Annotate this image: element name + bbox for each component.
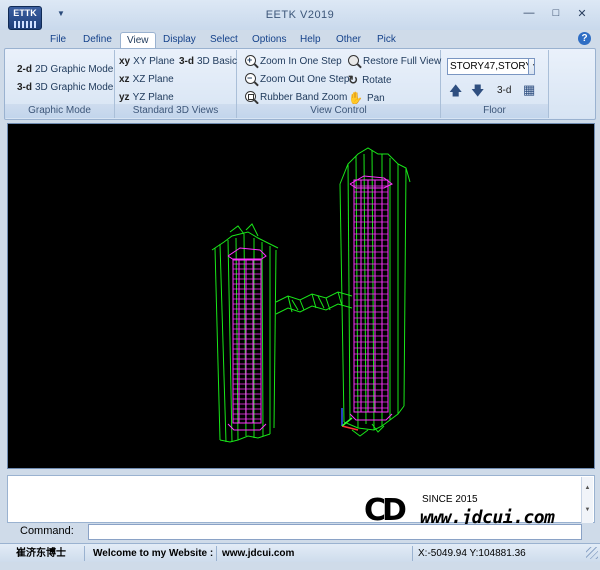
3d-graphic-mode-button[interactable]: 3-d 3D Graphic Mode xyxy=(17,80,113,96)
3d-basic-button[interactable]: 3-d 3D Basic xyxy=(179,54,237,70)
status-bar: 崔济东博士 Welcome to my Website : www.jdcui.… xyxy=(0,543,600,562)
arrow-down-icon: 🡇 xyxy=(471,83,485,98)
floor-3d-button[interactable]: 3-d xyxy=(497,85,511,96)
status-separator xyxy=(84,546,85,561)
model-drawing xyxy=(211,147,411,443)
status-separator xyxy=(216,546,217,561)
tab-options[interactable]: Options xyxy=(246,32,292,49)
ribbon: 2-d 2D Graphic Mode 3-d 3D Graphic Mode Gr… xyxy=(4,48,596,120)
rubber-band-zoom-icon xyxy=(245,91,256,102)
minimize-button[interactable]: — xyxy=(521,7,537,19)
2d-graphic-mode-button[interactable]: 2-d 2D Graphic Mode xyxy=(17,62,113,78)
status-coordinates: X:-5049.94 Y:104881.36 xyxy=(418,548,526,559)
group-graphic-mode: 2-d 2D Graphic Mode 3-d 3D Graphic Mode Gr… xyxy=(5,50,115,118)
tab-select[interactable]: Select xyxy=(204,32,244,49)
help-icon[interactable]: ? xyxy=(578,32,591,45)
story-select[interactable]: STORY47,STORY48▼ xyxy=(447,58,535,75)
tab-other[interactable]: Other xyxy=(330,32,367,49)
zoom-out-icon xyxy=(245,70,256,86)
group-view-control: Zoom In One Step Zoom Out One Step Rubbe… xyxy=(237,50,441,118)
zoom-out-button[interactable]: Zoom Out One Step xyxy=(245,70,350,88)
calculator-icon: ▦ xyxy=(523,82,536,97)
group-label: View Control xyxy=(237,104,440,118)
window-title: EETK V2019 xyxy=(265,9,335,21)
floor-up-button[interactable]: 🡅 xyxy=(449,82,462,104)
group-standard-3d-views: xy XY Plane xz XZ Plane yz YZ Plane 3-d 3D B… xyxy=(115,50,237,118)
3d-icon: 3-d xyxy=(179,56,194,67)
xy-plane-button[interactable]: xy XY Plane xyxy=(119,54,175,70)
status-separator xyxy=(412,546,413,561)
calculator-button[interactable]: ▦ xyxy=(523,82,535,98)
resize-grip-icon[interactable] xyxy=(586,547,598,559)
tab-help[interactable]: Help xyxy=(294,32,327,49)
rotate-button[interactable]: ↻ Rotate xyxy=(348,72,392,88)
watermark-logo: CD xyxy=(364,493,407,528)
restore-full-view-button[interactable]: Restore Full View xyxy=(348,54,441,70)
tab-file[interactable]: File xyxy=(44,32,72,49)
zoom-in-button[interactable]: Zoom In One Step xyxy=(245,52,342,70)
close-button[interactable]: ✕ xyxy=(574,7,590,20)
tab-view[interactable]: View xyxy=(120,32,156,49)
xy-icon: xy xyxy=(119,56,131,67)
group-label: Floor xyxy=(441,104,548,118)
model-viewport[interactable] xyxy=(7,123,595,469)
group-floor: STORY47,STORY48▼ 🡅 🡇 3-d ▦ Floor xyxy=(441,50,549,118)
maximize-button[interactable]: □ xyxy=(548,7,564,19)
tab-pick[interactable]: Pick xyxy=(371,32,402,49)
2d-icon: 2-d xyxy=(17,64,32,75)
floor-down-button[interactable]: 🡇 xyxy=(471,82,484,104)
chevron-down-icon[interactable]: ▼ xyxy=(528,59,534,74)
status-website: www.jdcui.com xyxy=(222,548,295,559)
menu-bar: File Define View Display Select Options … xyxy=(0,30,600,49)
xz-plane-button[interactable]: xz XZ Plane xyxy=(119,72,174,88)
rotate-icon: ↻ xyxy=(348,73,359,87)
restore-full-view-icon xyxy=(348,55,359,66)
tab-define[interactable]: Define xyxy=(77,32,118,49)
status-welcome: Welcome to my Website : xyxy=(93,548,214,559)
group-label: Graphic Mode xyxy=(5,104,114,118)
watermark-since: SINCE 2015 xyxy=(422,494,478,505)
command-label: Command: xyxy=(20,525,74,537)
command-input[interactable] xyxy=(88,524,582,540)
zoom-in-icon xyxy=(245,52,256,68)
status-author: 崔济东博士 xyxy=(16,548,66,559)
3d-icon: 3-d xyxy=(497,85,512,96)
tab-display[interactable]: Display xyxy=(157,32,202,49)
title-bar: ETTK ▼ EETK V2019 — □ ✕ xyxy=(0,0,600,30)
xz-icon: xz xyxy=(119,74,130,85)
arrow-up-icon: 🡅 xyxy=(449,83,463,98)
group-label: Standard 3D Views xyxy=(115,104,236,118)
3d-icon: 3-d xyxy=(17,82,32,93)
